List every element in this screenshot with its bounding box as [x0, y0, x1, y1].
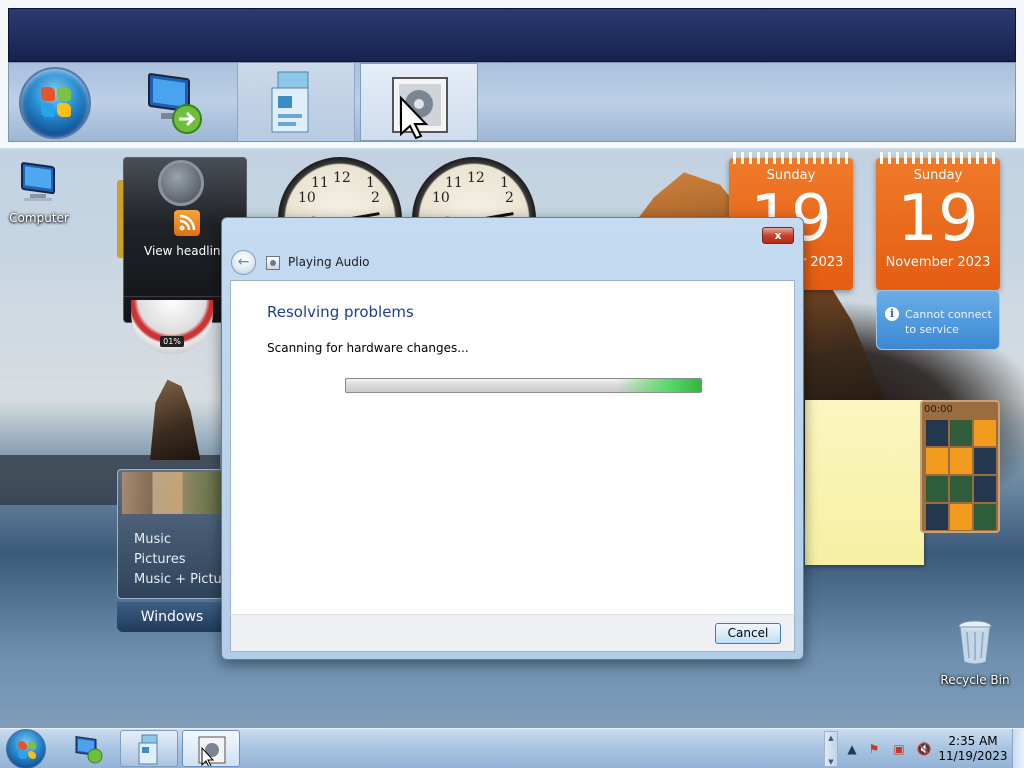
- media-item-music[interactable]: Music: [134, 532, 171, 547]
- taskbar-control-panel[interactable]: [120, 730, 178, 767]
- playing-audio-troubleshooter-window: x ← Playing Audio Resolving problems Sca…: [221, 217, 804, 660]
- media-center-gadget[interactable]: Music Pictures Music + Pictures: [117, 469, 242, 599]
- system-date: 11/19/2023: [938, 749, 1008, 763]
- computer-icon-label: Computer: [9, 211, 69, 225]
- media-thumbnails: [122, 472, 222, 514]
- progress-marquee: [616, 379, 701, 392]
- cancel-button[interactable]: Cancel: [715, 623, 781, 644]
- volume-muted-icon[interactable]: 🔇: [916, 742, 932, 756]
- show-hidden-icons-button[interactable]: ▲: [844, 742, 860, 756]
- recycle-bin-desktop-icon[interactable]: Recycle Bin: [938, 618, 1012, 687]
- windows-logo-icon: [18, 741, 36, 759]
- recycle-bin-icon: [958, 620, 992, 665]
- sticky-note-gadget[interactable]: [805, 400, 924, 565]
- network-error-icon[interactable]: ▣: [891, 742, 907, 756]
- remote-desktop-icon: [75, 735, 103, 764]
- media-brand-label: Windows: [117, 602, 227, 632]
- cpu-percent-readout: 01%: [160, 336, 184, 347]
- taskbar-playing-audio[interactable]: [182, 730, 240, 767]
- clock-area[interactable]: 2:35 AM 11/19/2023: [938, 734, 1008, 764]
- recycle-bin-label: Recycle Bin: [940, 673, 1010, 687]
- info-icon: i: [885, 307, 899, 321]
- clock-numeral: 10: [432, 190, 450, 206]
- windows-logo-icon: [41, 87, 71, 117]
- show-desktop-button[interactable]: [1012, 729, 1024, 768]
- picture-puzzle-gadget[interactable]: 00:00: [920, 400, 1000, 533]
- computer-desktop-icon[interactable]: Computer: [2, 160, 76, 225]
- control-panel-icon: [271, 71, 309, 133]
- page-heading: Resolving problems: [267, 303, 414, 321]
- calendar-day-of-week: Sunday: [913, 168, 963, 183]
- cpu-meter-gadget[interactable]: 01%: [131, 300, 213, 354]
- system-time: 2:35 AM: [948, 734, 998, 748]
- progress-bar: [345, 378, 702, 393]
- calendar-rings: [880, 152, 996, 164]
- calendar-day: 19: [897, 182, 979, 256]
- magnifier-icon: [158, 160, 204, 206]
- media-item-pictures[interactable]: Pictures: [134, 552, 185, 567]
- puzzle-grid: [926, 420, 996, 530]
- thumbnail-strip: [8, 62, 1016, 142]
- clock-numeral: 1: [500, 175, 509, 191]
- remote-desktop-thumbnail[interactable]: [129, 63, 229, 141]
- clock-numeral: 11: [311, 175, 329, 191]
- status-text: Scanning for hardware changes...: [267, 341, 469, 355]
- clock-numeral: 12: [467, 170, 485, 186]
- troubleshooter-icon: [198, 736, 226, 766]
- start-button[interactable]: [6, 729, 46, 768]
- calendar-day-of-week: Sunday: [766, 168, 816, 183]
- calendar-gadget-2[interactable]: Sunday 19 November 2023: [876, 152, 1000, 290]
- weather-gadget[interactable]: i Cannot connect to service: [876, 290, 1000, 350]
- back-arrow-icon: ←: [237, 254, 250, 270]
- control-panel-icon: [138, 734, 158, 765]
- clock-numeral: 12: [333, 170, 351, 186]
- clock-numeral: 2: [371, 190, 380, 206]
- action-center-error-icon[interactable]: ⚑: [866, 742, 882, 756]
- back-button[interactable]: ←: [231, 250, 256, 275]
- start-orb-thumbnail[interactable]: [19, 67, 91, 139]
- thumbnail-preview-area: [8, 8, 1016, 62]
- puzzle-timer: 00:00: [924, 404, 953, 415]
- control-panel-thumbnail[interactable]: [237, 63, 355, 141]
- sea-stack-rock: [150, 379, 201, 460]
- troubleshooter-icon: [266, 256, 280, 270]
- clock-numeral: 1: [366, 175, 375, 191]
- window-title: Playing Audio: [288, 255, 370, 269]
- calendar-rings: [733, 152, 849, 164]
- playing-audio-thumbnail[interactable]: [360, 63, 478, 141]
- taskbar: ▲ ▼ ▲ ⚑ ▣ 🔇 2:35 AM 11/19/2023: [0, 728, 1024, 768]
- rss-feed-icon: [174, 210, 200, 236]
- calendar-month-year: November 2023: [885, 255, 991, 270]
- weather-error-message: Cannot connect to service: [905, 308, 992, 336]
- dialog-content: Resolving problems Scanning for hardware…: [230, 280, 795, 614]
- dialog-footer: Cancel: [230, 614, 795, 652]
- troubleshooter-icon: [392, 77, 448, 140]
- taskbar-scroll[interactable]: ▲ ▼: [824, 731, 838, 767]
- clock-numeral: 2: [505, 190, 514, 206]
- close-button[interactable]: x: [762, 227, 794, 244]
- remote-desktop-icon: [148, 73, 202, 134]
- taskbar-thumbnail-panel: [0, 0, 1024, 150]
- clock-numeral: 11: [445, 175, 463, 191]
- clock-numeral: 10: [298, 190, 316, 206]
- computer-icon: [21, 162, 55, 201]
- taskbar-remote-desktop[interactable]: [60, 730, 118, 767]
